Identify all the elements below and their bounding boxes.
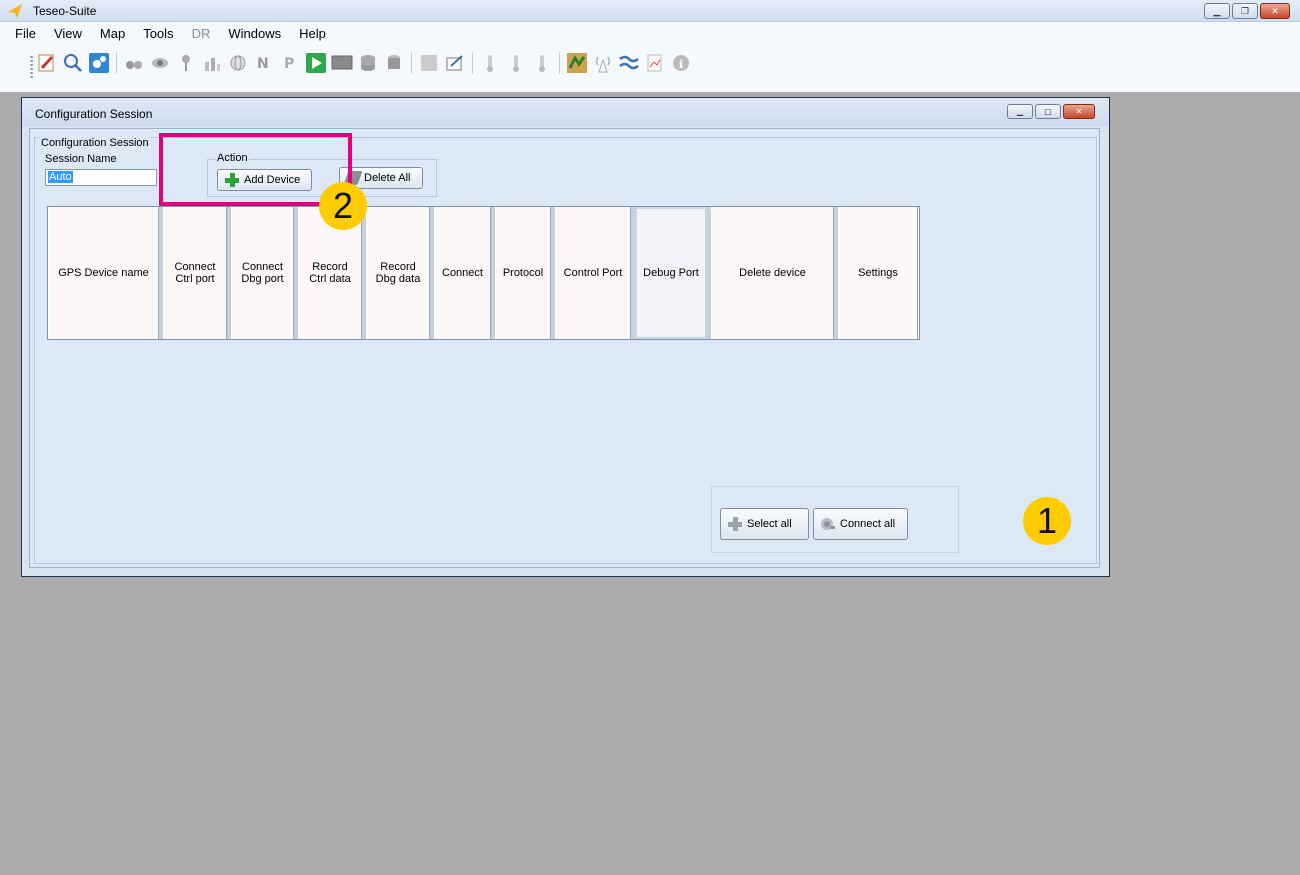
- groupbox-label: Configuration Session: [40, 137, 150, 149]
- column-control-port[interactable]: Control Port: [555, 207, 635, 339]
- column-gps-device-name[interactable]: GPS Device name: [48, 207, 163, 339]
- child-window-title: Configuration Session: [35, 107, 153, 121]
- child-maximize-button[interactable]: ▢: [1035, 104, 1061, 119]
- svg-text:P: P: [284, 56, 294, 72]
- app-title: Teseo-Suite: [33, 4, 97, 18]
- svg-text:N: N: [257, 56, 269, 72]
- column-delete-device[interactable]: Delete device: [711, 207, 838, 339]
- column-settings[interactable]: Settings: [838, 207, 918, 339]
- menu-map[interactable]: Map: [91, 26, 134, 41]
- session-name-value: Auto: [48, 171, 73, 183]
- session-name-label: Session Name: [45, 153, 117, 165]
- eye-icon[interactable]: [149, 52, 171, 74]
- column-record-dbg-data[interactable]: Record Dbg data: [366, 207, 434, 339]
- thermometer-icon[interactable]: [479, 52, 501, 74]
- search-icon[interactable]: [62, 52, 84, 74]
- report-icon[interactable]: [644, 52, 666, 74]
- toolbar-grip[interactable]: [30, 56, 33, 80]
- export-icon[interactable]: [444, 52, 466, 74]
- column-connect[interactable]: Connect: [434, 207, 495, 339]
- map-icon[interactable]: [566, 52, 588, 74]
- step-badge-2: 2: [319, 182, 367, 230]
- app-minimize-button[interactable]: ▁: [1204, 3, 1230, 19]
- child-close-button[interactable]: ✕: [1063, 104, 1095, 119]
- chart-icon[interactable]: [201, 52, 223, 74]
- child-titlebar: Configuration Session ▁ ▢ ✕: [22, 98, 1109, 126]
- thermometer-icon[interactable]: [505, 52, 527, 74]
- info-icon[interactable]: i: [670, 52, 692, 74]
- toolbar: N P i: [0, 44, 1300, 93]
- binocular-icon[interactable]: [123, 52, 145, 74]
- select-all-button[interactable]: Select all: [720, 508, 809, 540]
- select-all-label: Select all: [747, 518, 792, 530]
- bulk-actions-box: Select all Connect all: [711, 486, 959, 553]
- connect-all-label: Connect all: [840, 518, 896, 530]
- device-grid[interactable]: GPS Device name Connect Ctrl port Connec…: [47, 206, 920, 340]
- column-connect-dbg-port[interactable]: Connect Dbg port: [231, 207, 298, 339]
- menu-tools[interactable]: Tools: [134, 26, 182, 41]
- app-titlebar: Teseo-Suite ▁ ❐ ✕: [0, 0, 1300, 22]
- menubar: File View Map Tools DR Windows Help: [0, 22, 1300, 44]
- child-minimize-button[interactable]: ▁: [1007, 104, 1033, 119]
- menu-file[interactable]: File: [6, 26, 45, 41]
- antenna-icon[interactable]: [592, 52, 614, 74]
- column-debug-port[interactable]: Debug Port: [635, 207, 711, 339]
- menu-windows[interactable]: Windows: [219, 26, 290, 41]
- menu-dr[interactable]: DR: [183, 26, 220, 41]
- column-protocol[interactable]: Protocol: [495, 207, 555, 339]
- database-icon[interactable]: [357, 52, 379, 74]
- session-name-input[interactable]: Auto: [45, 169, 157, 186]
- n-icon[interactable]: N: [253, 52, 275, 74]
- menu-view[interactable]: View: [45, 26, 91, 41]
- teseo-logo-icon: [8, 4, 22, 18]
- database2-icon[interactable]: [383, 52, 405, 74]
- column-connect-ctrl-port[interactable]: Connect Ctrl port: [163, 207, 231, 339]
- thermometer-icon[interactable]: [531, 52, 553, 74]
- p-icon[interactable]: P: [279, 52, 301, 74]
- play-icon[interactable]: [305, 52, 327, 74]
- pin-icon[interactable]: [175, 52, 197, 74]
- menu-help[interactable]: Help: [290, 26, 335, 41]
- app-close-button[interactable]: ✕: [1260, 3, 1290, 19]
- svg-text:i: i: [679, 58, 683, 71]
- app-restore-button[interactable]: ❐: [1232, 3, 1258, 19]
- wave-icon[interactable]: [618, 52, 640, 74]
- plus-icon: [727, 516, 743, 532]
- step-badge-1: 1: [1023, 497, 1071, 545]
- delete-all-label: Delete All: [364, 172, 411, 184]
- connect-icon: [821, 518, 835, 530]
- connect-all-button[interactable]: Connect all: [813, 508, 908, 540]
- monitor-icon[interactable]: [331, 52, 353, 74]
- grid-icon[interactable]: [418, 52, 440, 74]
- notepad-icon[interactable]: [36, 52, 58, 74]
- globe-icon[interactable]: [227, 52, 249, 74]
- settings-icon[interactable]: [88, 52, 110, 74]
